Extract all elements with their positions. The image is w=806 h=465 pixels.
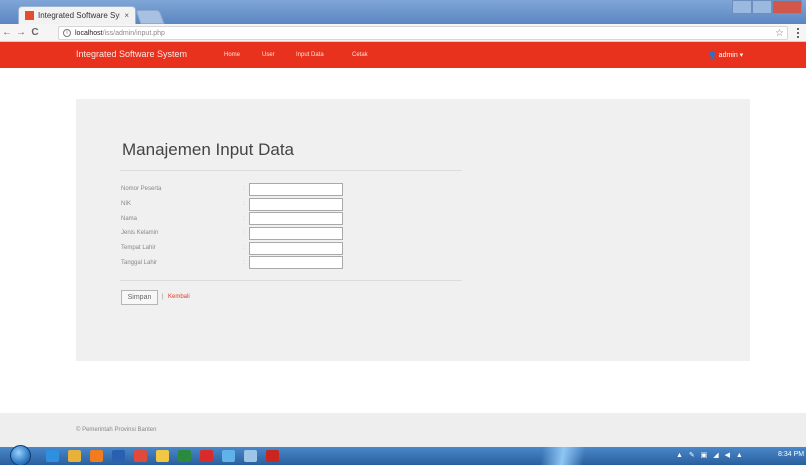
label-tanggal-lahir: Tanggal Lahir: [121, 260, 158, 266]
page-title: Manajemen Input Data: [122, 140, 294, 159]
network-icon[interactable]: [222, 450, 235, 462]
window-controls: [732, 0, 802, 16]
field-separator: :: [243, 245, 245, 251]
system-tray[interactable]: ▲ ✎ ▣ ◢ ◀ ▲: [676, 451, 745, 459]
word-icon[interactable]: [112, 450, 125, 462]
reload-icon[interactable]: C: [28, 27, 42, 38]
tempat-lahir-input[interactable]: [249, 242, 343, 255]
tab-title: Integrated Software Sys: [38, 11, 121, 20]
taskbar-glare: [500, 447, 640, 465]
label-jenis-kelamin: Jenis Kelamin: [121, 230, 159, 236]
bookmark-star-icon[interactable]: ☆: [775, 28, 784, 39]
label-tempat-lahir: Tempat Lahir: [121, 245, 156, 251]
nomor-peserta-input[interactable]: [249, 183, 343, 196]
browser-menu-icon[interactable]: [797, 28, 800, 38]
brand-logo[interactable]: Integrated Software System: [76, 49, 187, 59]
nav-home[interactable]: Home: [224, 52, 240, 58]
maximize-button[interactable]: [751, 0, 772, 14]
favicon-icon: [25, 11, 34, 20]
browser-tab[interactable]: Integrated Software Sys ×: [18, 6, 136, 24]
url-host: localhost: [75, 29, 103, 37]
field-separator: :: [243, 260, 245, 266]
explorer-icon[interactable]: [68, 450, 81, 462]
user-menu-label: admin ▾: [718, 52, 744, 59]
field-separator: :: [243, 186, 245, 192]
field-separator: :: [243, 230, 245, 236]
back-icon[interactable]: ←: [0, 27, 14, 38]
browser-toolbar: ← → C i localhost /iss/admin/input.php: [0, 24, 806, 42]
action-separator: |: [162, 294, 164, 300]
tanggal-lahir-input[interactable]: [249, 256, 343, 269]
taskbar-clock[interactable]: 8:34 PM: [778, 451, 804, 458]
nav-cetak[interactable]: Cetak: [352, 52, 368, 58]
media-icon[interactable]: [90, 450, 103, 462]
label-nama: Nama: [121, 216, 138, 222]
ie-icon[interactable]: [46, 450, 59, 462]
footer-copyright: © Pemerintah Provinsi Banten: [76, 427, 157, 433]
nama-input[interactable]: [249, 212, 343, 225]
chrome-icon[interactable]: [134, 450, 147, 462]
field-separator: :: [243, 216, 245, 222]
form-divider: [120, 280, 462, 281]
save-button[interactable]: Simpan: [121, 290, 158, 305]
back-link[interactable]: Kembali: [168, 294, 190, 300]
label-nik: NIK: [121, 201, 132, 207]
forward-icon[interactable]: →: [14, 27, 28, 38]
title-divider: [120, 170, 462, 171]
user-menu[interactable]: 👤 admin ▾: [708, 51, 743, 59]
folder-icon[interactable]: [156, 450, 169, 462]
pdf-icon[interactable]: [266, 450, 279, 462]
tab-close-icon[interactable]: ×: [124, 11, 129, 20]
info-icon[interactable]: i: [63, 29, 71, 37]
nav-user[interactable]: User: [262, 52, 275, 58]
start-button[interactable]: [10, 445, 31, 465]
url-path: /iss/admin/input.php: [102, 29, 165, 37]
opera-icon[interactable]: [200, 450, 213, 462]
jenis-kelamin-input[interactable]: [249, 227, 343, 240]
close-window-button[interactable]: [771, 0, 802, 14]
field-separator: :: [243, 201, 245, 207]
minimize-button[interactable]: [732, 0, 752, 14]
label-nomor-peserta: Nomor Peserta: [121, 186, 162, 192]
calculator-icon[interactable]: [244, 450, 257, 462]
user-icon: 👤: [708, 52, 717, 59]
excel-icon[interactable]: [178, 450, 191, 462]
new-tab-button[interactable]: [135, 10, 165, 24]
content-panel: [76, 99, 750, 361]
nav-input-data[interactable]: Input Data: [296, 52, 324, 58]
address-bar[interactable]: i localhost /iss/admin/input.php: [58, 26, 788, 40]
nik-input[interactable]: [249, 198, 343, 211]
